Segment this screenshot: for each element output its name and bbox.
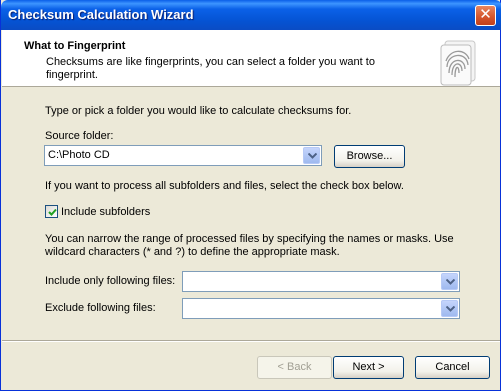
exclude-files-combobox[interactable] <box>182 298 460 319</box>
source-folder-dropdown-button[interactable] <box>303 147 320 164</box>
mask-hint: You can narrow the range of processed fi… <box>45 233 454 258</box>
next-button[interactable]: Next > <box>333 356 404 379</box>
wizard-window: Checksum Calculation Wizard ✕ What to Fi… <box>0 0 501 391</box>
source-folder-value: C:\Photo CD <box>48 149 110 161</box>
close-icon: ✕ <box>479 6 492 23</box>
back-button[interactable]: < Back <box>257 356 332 379</box>
cancel-button[interactable]: Cancel <box>415 356 490 379</box>
exclude-files-label: Exclude following files: <box>45 302 156 314</box>
chevron-down-icon <box>446 279 455 285</box>
source-folder-label: Source folder: <box>45 130 114 142</box>
source-folder-combobox[interactable]: C:\Photo CD <box>44 145 322 166</box>
include-files-label: Include only following files: <box>45 275 176 287</box>
window-title: Checksum Calculation Wizard <box>8 7 194 22</box>
include-subfolders-checkbox[interactable] <box>45 205 58 218</box>
include-files-combobox[interactable] <box>182 271 460 292</box>
wizard-header: What to Fingerprint Checksums are like f… <box>2 30 500 87</box>
browse-button[interactable]: Browse... <box>334 145 405 168</box>
page-title: What to Fingerprint <box>24 40 126 52</box>
fingerprint-icon <box>435 39 483 87</box>
title-bar[interactable]: Checksum Calculation Wizard ✕ <box>1 0 501 30</box>
chevron-down-icon <box>446 306 455 312</box>
exclude-files-dropdown-button[interactable] <box>441 300 458 317</box>
footer-divider <box>2 340 500 342</box>
include-files-dropdown-button[interactable] <box>441 273 458 290</box>
include-subfolders-label[interactable]: Include subfolders <box>61 206 150 218</box>
chevron-down-icon <box>308 153 317 159</box>
subfolder-hint: If you want to process all subfolders an… <box>45 180 404 192</box>
intro-text: Type or pick a folder you would like to … <box>45 105 352 117</box>
page-subtitle: Checksums are like fingerprints, you can… <box>46 56 375 81</box>
checkmark-icon <box>48 208 57 216</box>
close-button[interactable]: ✕ <box>475 5 496 26</box>
